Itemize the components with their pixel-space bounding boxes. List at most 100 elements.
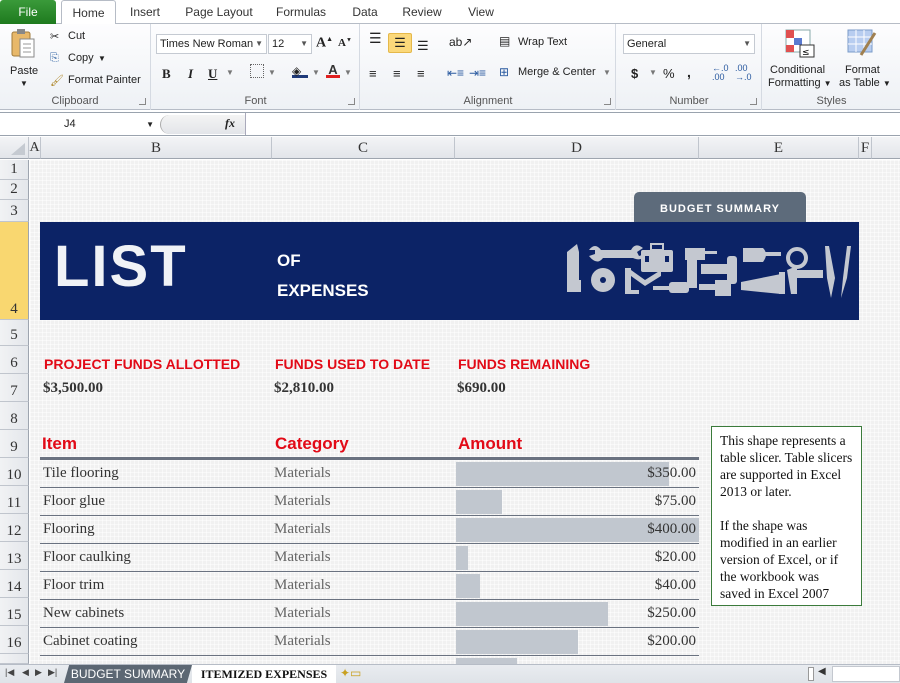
column-header-f[interactable]: F	[859, 137, 872, 159]
row-header-13[interactable]: 13	[0, 542, 29, 570]
font-color-dropdown-icon[interactable]: ▼	[344, 68, 352, 77]
column-header-e[interactable]: E	[699, 137, 859, 159]
underline-button[interactable]: U	[208, 66, 217, 82]
row-header-5[interactable]: 5	[0, 320, 29, 346]
name-box[interactable]: J4 ▼	[2, 115, 158, 134]
font-family-select[interactable]: Times New Roman ▼	[156, 34, 267, 54]
orientation-icon[interactable]: ab↗	[449, 35, 472, 49]
table-row[interactable]: Flooring Materials $400.00	[40, 516, 699, 544]
copy-button[interactable]: Copy	[68, 52, 94, 64]
tab-formulas[interactable]: Formulas	[272, 0, 330, 24]
borders-icon[interactable]	[250, 64, 264, 78]
format-as-table-button[interactable]: as Table ▼	[839, 77, 891, 89]
align-bottom-icon[interactable]: ☰	[417, 38, 429, 54]
cut-button[interactable]: Cut	[68, 30, 85, 42]
worksheet-grid[interactable]: BUDGET SUMMARY LIST OF EXPENSES PROJECT …	[30, 160, 900, 664]
first-sheet-icon[interactable]: |◀	[5, 667, 14, 678]
font-launcher[interactable]	[348, 98, 355, 105]
row-header-1[interactable]: 1	[0, 160, 29, 180]
paste-button[interactable]: Paste	[10, 65, 38, 77]
sheet-tab-itemized-expenses[interactable]: ITEMIZED EXPENSES	[192, 665, 336, 683]
increase-indent-icon[interactable]: ⇥≡	[469, 66, 486, 80]
row-header-15[interactable]: 15	[0, 598, 29, 626]
paste-icon[interactable]	[10, 28, 38, 58]
header-item[interactable]: Item	[42, 434, 77, 454]
font-color-icon[interactable]: A	[326, 62, 340, 78]
column-header-d[interactable]: D	[455, 137, 699, 159]
tab-split-handle[interactable]	[808, 667, 814, 681]
table-row[interactable]: Floor glue Materials $75.00	[40, 488, 699, 516]
currency-dropdown-icon[interactable]: ▼	[649, 68, 657, 77]
row-header-17[interactable]	[0, 654, 29, 664]
merge-center-button[interactable]: Merge & Center	[518, 66, 596, 78]
merge-dropdown-icon[interactable]: ▼	[603, 68, 611, 77]
decrease-decimal-icon[interactable]: .00 →.0	[735, 64, 752, 82]
comma-button[interactable]: ,	[687, 64, 691, 80]
column-header-c[interactable]: C	[272, 137, 455, 159]
format-as-table-line1[interactable]: Format	[845, 64, 880, 76]
header-amount[interactable]: Amount	[458, 434, 522, 454]
header-category[interactable]: Category	[275, 434, 349, 454]
column-header-b[interactable]: B	[41, 137, 272, 159]
row-header-6[interactable]: 6	[0, 346, 29, 374]
budget-summary-button[interactable]: BUDGET SUMMARY	[634, 192, 806, 223]
sheet-tab-budget-summary[interactable]: BUDGET SUMMARY	[64, 665, 192, 683]
grow-font-icon[interactable]: A▲	[316, 35, 333, 52]
align-middle-icon[interactable]: ☰	[388, 33, 412, 53]
align-left-icon[interactable]: ≡	[369, 66, 377, 81]
next-sheet-icon[interactable]: ▶	[35, 667, 42, 678]
row-header-8[interactable]: 8	[0, 402, 29, 430]
last-sheet-icon[interactable]: ▶|	[48, 667, 57, 678]
table-row[interactable]: Floor caulking Materials $20.00	[40, 544, 699, 572]
tab-home[interactable]: Home	[61, 0, 116, 25]
scroll-left-icon[interactable]: ◀	[818, 666, 826, 677]
fill-color-dropdown-icon[interactable]: ▼	[312, 68, 320, 77]
row-header-11[interactable]: 11	[0, 486, 29, 514]
column-header-a[interactable]: A	[29, 137, 41, 159]
align-right-icon[interactable]: ≡	[417, 66, 425, 81]
currency-button[interactable]: $	[631, 66, 638, 81]
number-launcher[interactable]	[750, 98, 757, 105]
table-row[interactable]: New cabinets Materials $250.00	[40, 600, 699, 628]
alignment-launcher[interactable]	[604, 98, 611, 105]
tab-page-layout[interactable]: Page Layout	[180, 0, 258, 24]
decrease-indent-icon[interactable]: ⇤≡	[447, 66, 464, 80]
row-header-12[interactable]: 12	[0, 514, 29, 542]
horizontal-scrollbar[interactable]	[832, 666, 900, 682]
number-format-select[interactable]: General ▼	[623, 34, 755, 54]
font-size-select[interactable]: 12 ▼	[268, 34, 312, 54]
table-row[interactable]	[40, 656, 699, 664]
wrap-text-button[interactable]: Wrap Text	[518, 36, 567, 48]
conditional-formatting-button[interactable]: Formatting ▼	[768, 77, 832, 89]
tab-view[interactable]: View	[462, 0, 500, 24]
bold-button[interactable]: B	[162, 66, 171, 82]
increase-decimal-icon[interactable]: ←.0.00	[712, 64, 729, 82]
table-row[interactable]: Cabinet coating Materials $200.00	[40, 628, 699, 656]
insert-sheet-icon[interactable]: ✦▭	[340, 666, 361, 680]
shrink-font-icon[interactable]: A▼	[338, 37, 352, 49]
row-header-4[interactable]: 4	[0, 222, 29, 320]
row-header-9[interactable]: 9	[0, 430, 29, 458]
fill-color-icon[interactable]: ◈	[292, 64, 308, 78]
copy-dropdown-icon[interactable]: ▼	[98, 54, 106, 63]
row-header-2[interactable]: 2	[0, 180, 29, 200]
row-header-16[interactable]: 16	[0, 626, 29, 654]
italic-button[interactable]: I	[188, 66, 193, 82]
align-center-icon[interactable]: ≡	[393, 66, 401, 81]
paste-dropdown-icon[interactable]: ▼	[20, 79, 28, 88]
formula-input[interactable]	[245, 113, 900, 135]
table-row[interactable]: Floor trim Materials $40.00	[40, 572, 699, 600]
prev-sheet-icon[interactable]: ◀	[22, 667, 29, 678]
borders-dropdown-icon[interactable]: ▼	[268, 68, 276, 77]
select-all-corner[interactable]	[0, 137, 29, 159]
underline-dropdown-icon[interactable]: ▼	[226, 68, 234, 77]
row-header-10[interactable]: 10	[0, 458, 29, 486]
fx-icon[interactable]: fx	[225, 116, 235, 131]
slicer-placeholder-note[interactable]: This shape represents a table slicer. Ta…	[711, 426, 862, 606]
tab-file[interactable]: File	[0, 0, 56, 24]
clipboard-launcher[interactable]	[139, 98, 146, 105]
format-painter-button[interactable]: Format Painter	[68, 74, 141, 86]
row-header-3[interactable]: 3	[0, 200, 29, 222]
tab-insert[interactable]: Insert	[127, 0, 163, 24]
table-row[interactable]: Tile flooring Materials $350.00	[40, 460, 699, 488]
